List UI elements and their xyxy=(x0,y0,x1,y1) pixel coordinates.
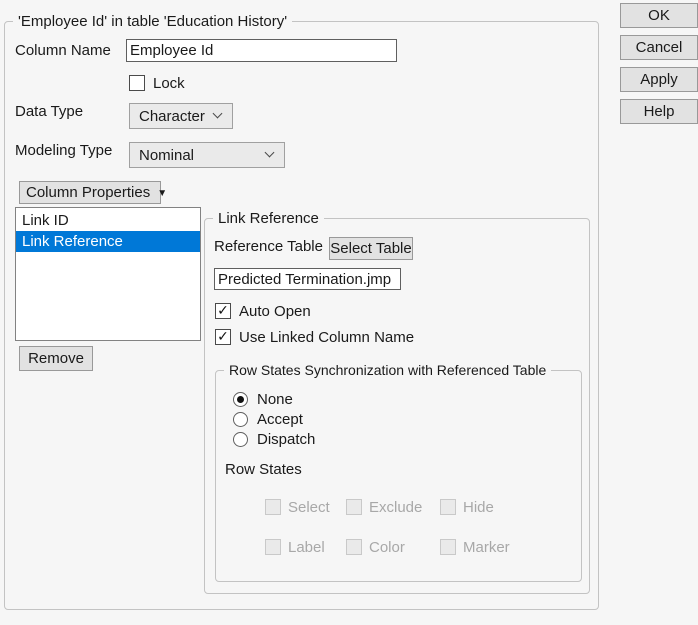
radio-accept[interactable] xyxy=(233,412,248,427)
radio-none-label: None xyxy=(257,391,293,408)
use-linked-column-name-label: Use Linked Column Name xyxy=(239,329,414,346)
exclude-state-checkbox xyxy=(346,499,362,515)
checkmark-icon: ✓ xyxy=(217,303,229,317)
row-states-sync-title: Row States Synchronization with Referenc… xyxy=(224,361,551,380)
color-state-checkbox xyxy=(346,539,362,555)
use-linked-column-name-checkbox[interactable]: ✓ xyxy=(215,329,231,345)
data-type-dropdown[interactable]: Character xyxy=(129,103,233,129)
data-type-value: Character xyxy=(139,108,205,125)
select-state-checkbox xyxy=(265,499,281,515)
reference-table-label: Reference Table xyxy=(214,238,323,255)
column-properties-label: Column Properties xyxy=(26,184,150,201)
properties-listbox[interactable]: Link ID Link Reference xyxy=(15,207,201,341)
auto-open-label: Auto Open xyxy=(239,303,311,320)
label-state-label: Label xyxy=(288,539,325,556)
list-item-link-id[interactable]: Link ID xyxy=(16,210,200,231)
hide-state-label: Hide xyxy=(463,499,494,516)
exclude-state-label: Exclude xyxy=(369,499,422,516)
lock-label: Lock xyxy=(153,75,185,92)
row-states-label: Row States xyxy=(225,461,302,478)
help-button[interactable]: Help xyxy=(620,99,698,124)
column-properties-button[interactable]: Column Properties ▼ xyxy=(19,181,161,204)
modeling-type-value: Nominal xyxy=(139,147,194,164)
marker-state-checkbox xyxy=(440,539,456,555)
chevron-down-icon xyxy=(213,109,223,119)
link-reference-groupbox: Link Reference Reference Table Select Ta… xyxy=(204,218,590,594)
remove-button[interactable]: Remove xyxy=(19,346,93,371)
column-name-input[interactable] xyxy=(126,39,397,62)
radio-dispatch[interactable] xyxy=(233,432,248,447)
label-state-checkbox xyxy=(265,539,281,555)
reference-table-input[interactable] xyxy=(214,268,401,290)
radio-dispatch-label: Dispatch xyxy=(257,431,315,448)
radio-accept-label: Accept xyxy=(257,411,303,428)
list-item-link-reference[interactable]: Link Reference xyxy=(16,231,200,252)
column-info-groupbox: 'Employee Id' in table 'Education Histor… xyxy=(4,21,599,610)
column-name-label: Column Name xyxy=(15,42,111,59)
checkmark-icon: ✓ xyxy=(217,329,229,343)
lock-checkbox[interactable] xyxy=(129,75,145,91)
data-type-label: Data Type xyxy=(15,103,83,120)
chevron-down-icon xyxy=(265,148,275,158)
select-state-label: Select xyxy=(288,499,330,516)
row-states-sync-groupbox: Row States Synchronization with Referenc… xyxy=(215,370,582,582)
modeling-type-label: Modeling Type xyxy=(15,142,112,159)
color-state-label: Color xyxy=(369,539,405,556)
menu-arrow-icon: ▼ xyxy=(157,188,167,199)
dialog-title: 'Employee Id' in table 'Education Histor… xyxy=(13,12,292,31)
auto-open-checkbox[interactable]: ✓ xyxy=(215,303,231,319)
apply-button[interactable]: Apply xyxy=(620,67,698,92)
link-reference-title: Link Reference xyxy=(213,209,324,228)
marker-state-label: Marker xyxy=(463,539,510,556)
radio-none[interactable] xyxy=(233,392,248,407)
ok-button[interactable]: OK xyxy=(620,3,698,28)
select-table-button[interactable]: Select Table xyxy=(329,237,413,260)
hide-state-checkbox xyxy=(440,499,456,515)
cancel-button[interactable]: Cancel xyxy=(620,35,698,60)
modeling-type-dropdown[interactable]: Nominal xyxy=(129,142,285,168)
